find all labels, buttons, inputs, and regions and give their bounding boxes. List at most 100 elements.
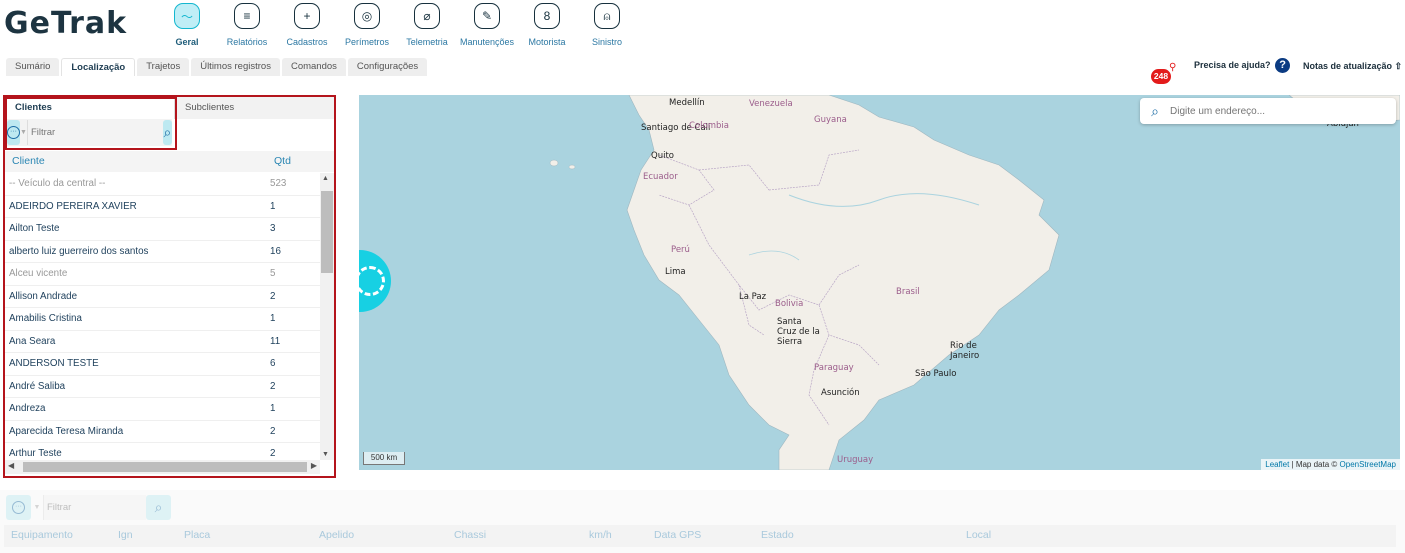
scroll-down-icon[interactable]: ▼ [322, 451, 329, 458]
search-button[interactable]: ⌕ [162, 120, 172, 145]
vehicle-filter-input[interactable] [43, 495, 146, 520]
nav-telemetria[interactable]: ⌀ Telemetria [397, 3, 457, 47]
client-qtd: 2 [270, 425, 276, 437]
filter-options-button[interactable]: ··· [7, 120, 20, 145]
client-qtd: 11 [270, 335, 281, 347]
client-name: -- Veículo da central -- [9, 178, 106, 189]
horizontal-scrollbar[interactable]: ◀ ▶ [5, 460, 320, 474]
scroll-thumb[interactable] [321, 191, 333, 273]
column-local[interactable]: Local [966, 529, 991, 541]
vehicles-panel: ··· ▼ ⌕ Equipamento Ign Placa Apelido Ch… [0, 490, 1405, 553]
nav-perimetros[interactable]: ◎ Perímetros [337, 3, 397, 47]
map-label-paraguay: Paraguay [814, 363, 854, 373]
client-name: Aparecida Teresa Miranda [9, 425, 124, 437]
table-row[interactable]: Allison Andrade 2 [5, 286, 320, 308]
column-estado[interactable]: Estado [761, 529, 794, 541]
tab-localizacao[interactable]: Localização [61, 58, 136, 76]
client-name: Andreza [9, 403, 46, 414]
client-name: Ana Seara [9, 335, 56, 347]
table-row[interactable]: ANDERSON TESTE 6 [5, 353, 320, 376]
table-row[interactable]: André Saliba 2 [5, 376, 320, 398]
map-label-peru: Perú [671, 245, 690, 255]
table-row[interactable]: Ana Seara 11 [5, 331, 320, 353]
release-notes-link[interactable]: Notas de atualização ⇧ [1303, 61, 1402, 72]
tab-ultimos-registros[interactable]: Últimos registros [191, 58, 280, 76]
help-label: Precisa de ajuda? [1194, 59, 1271, 70]
tab-trajetos[interactable]: Trajetos [137, 58, 190, 76]
chevron-down-icon[interactable]: ▼ [31, 504, 43, 511]
table-row[interactable]: ADEIRDO PEREIRA XAVIER 1 [5, 196, 320, 218]
scroll-thumb[interactable] [23, 462, 307, 472]
nav-geral[interactable]: 〜 Geral [157, 3, 217, 47]
nav-cadastros[interactable]: + Cadastros [277, 3, 337, 47]
help-link[interactable]: Precisa de ajuda? ? [1194, 58, 1291, 73]
scroll-up-icon[interactable]: ▲ [322, 175, 329, 182]
table-row[interactable]: Andreza 1 [5, 398, 320, 421]
table-row[interactable]: Arthur Teste 2 [5, 443, 320, 460]
client-list: -- Veículo da central -- 523 ADEIRDO PERE… [5, 173, 320, 460]
map-label-ecuador: Ecuador [643, 172, 678, 182]
notification-badge[interactable]: 248 [1151, 69, 1171, 84]
scroll-right-icon[interactable]: ▶ [311, 461, 317, 470]
column-cliente[interactable]: Cliente [12, 155, 45, 167]
tab-configuracoes[interactable]: Configurações [347, 58, 428, 76]
rocket-icon: ⇧ [1394, 61, 1403, 71]
scroll-left-icon[interactable]: ◀ [8, 461, 14, 470]
client-qtd: 16 [270, 245, 281, 257]
search-icon: ⌕ [163, 124, 172, 140]
tab-subclientes[interactable]: Subclientes [175, 97, 334, 119]
client-filter-input[interactable] [26, 120, 163, 145]
table-row[interactable]: -- Veículo da central -- 523 [5, 173, 320, 196]
cluster-ring [359, 266, 385, 296]
client-name: ADEIRDO PEREIRA XAVIER [9, 200, 137, 212]
column-equipamento[interactable]: Equipamento [11, 529, 73, 541]
column-qtd[interactable]: Qtd [274, 155, 291, 167]
column-placa[interactable]: Placa [184, 529, 210, 541]
brand-logo[interactable]: GeTrak [4, 6, 127, 41]
table-row[interactable]: Ailton Teste 3 [5, 218, 320, 241]
address-search-input[interactable] [1170, 105, 1380, 117]
table-row[interactable]: Amabilis Cristina 1 [5, 308, 320, 331]
vertical-scrollbar[interactable]: ▲ ▼ [320, 173, 334, 460]
filter-options-button[interactable]: ··· [6, 495, 31, 520]
leaflet-link[interactable]: Leaflet [1265, 460, 1289, 469]
column-ign[interactable]: Ign [118, 529, 133, 541]
nav-manutencoes[interactable]: ✎ Manutenções [457, 3, 517, 47]
map-label-asuncion: Asunción [821, 388, 860, 398]
nav-label: Geral [175, 37, 199, 47]
column-chassi[interactable]: Chassi [454, 529, 486, 541]
table-row[interactable]: Aparecida Teresa Miranda 2 [5, 421, 320, 443]
client-qtd: 5 [270, 268, 276, 279]
section-tabs: Sumário Localização Trajetos Últimos reg… [6, 58, 429, 76]
wrench-icon: ✎ [474, 3, 500, 29]
nav-motorista[interactable]: 8 Motorista [517, 3, 577, 47]
client-name: Amabilis Cristina [9, 313, 82, 324]
table-row[interactable]: Alceu vicente 5 [5, 263, 320, 286]
client-qtd: 523 [270, 178, 287, 189]
map[interactable]: Medellín Venezuela Guyana Santiago de Ca… [359, 95, 1400, 470]
search-icon: ⌕ [154, 499, 163, 515]
osm-link[interactable]: OpenStreetMap [1340, 460, 1396, 469]
tab-comandos[interactable]: Comandos [281, 58, 346, 76]
nav-relatorios[interactable]: ≡ Relatórios [217, 3, 277, 47]
client-name: Arthur Teste [9, 448, 62, 459]
column-kmh[interactable]: km/h [589, 529, 612, 541]
map-label-bolivia: Bolivia [775, 299, 804, 309]
chevron-down-icon[interactable]: ▼ [20, 129, 27, 136]
column-apelido[interactable]: Apelido [319, 529, 354, 541]
vehicle-table-header: Equipamento Ign Placa Apelido Chassi km/… [4, 525, 1396, 547]
map-label-la-paz: La Paz [739, 292, 767, 302]
map-label-venezuela: Venezuela [749, 99, 793, 109]
nav-sinistro[interactable]: ⍝ Sinistro [577, 3, 637, 47]
column-data-gps[interactable]: Data GPS [654, 529, 701, 541]
client-table-header: Cliente Qtd [5, 151, 334, 172]
tab-sumario[interactable]: Sumário [6, 58, 60, 76]
nav-label: Sinistro [591, 37, 622, 47]
client-name: Ailton Teste [9, 223, 60, 234]
map-label-medellin: Medellín [669, 98, 705, 108]
search-button[interactable]: ⌕ [146, 495, 171, 520]
map-label-lima: Lima [665, 267, 686, 277]
driver-icon: 8 [534, 3, 560, 29]
map-attribution: Leaflet | Map data © OpenStreetMap [1261, 459, 1400, 470]
table-row[interactable]: alberto luiz guerreiro dos santos 16 [5, 241, 320, 263]
